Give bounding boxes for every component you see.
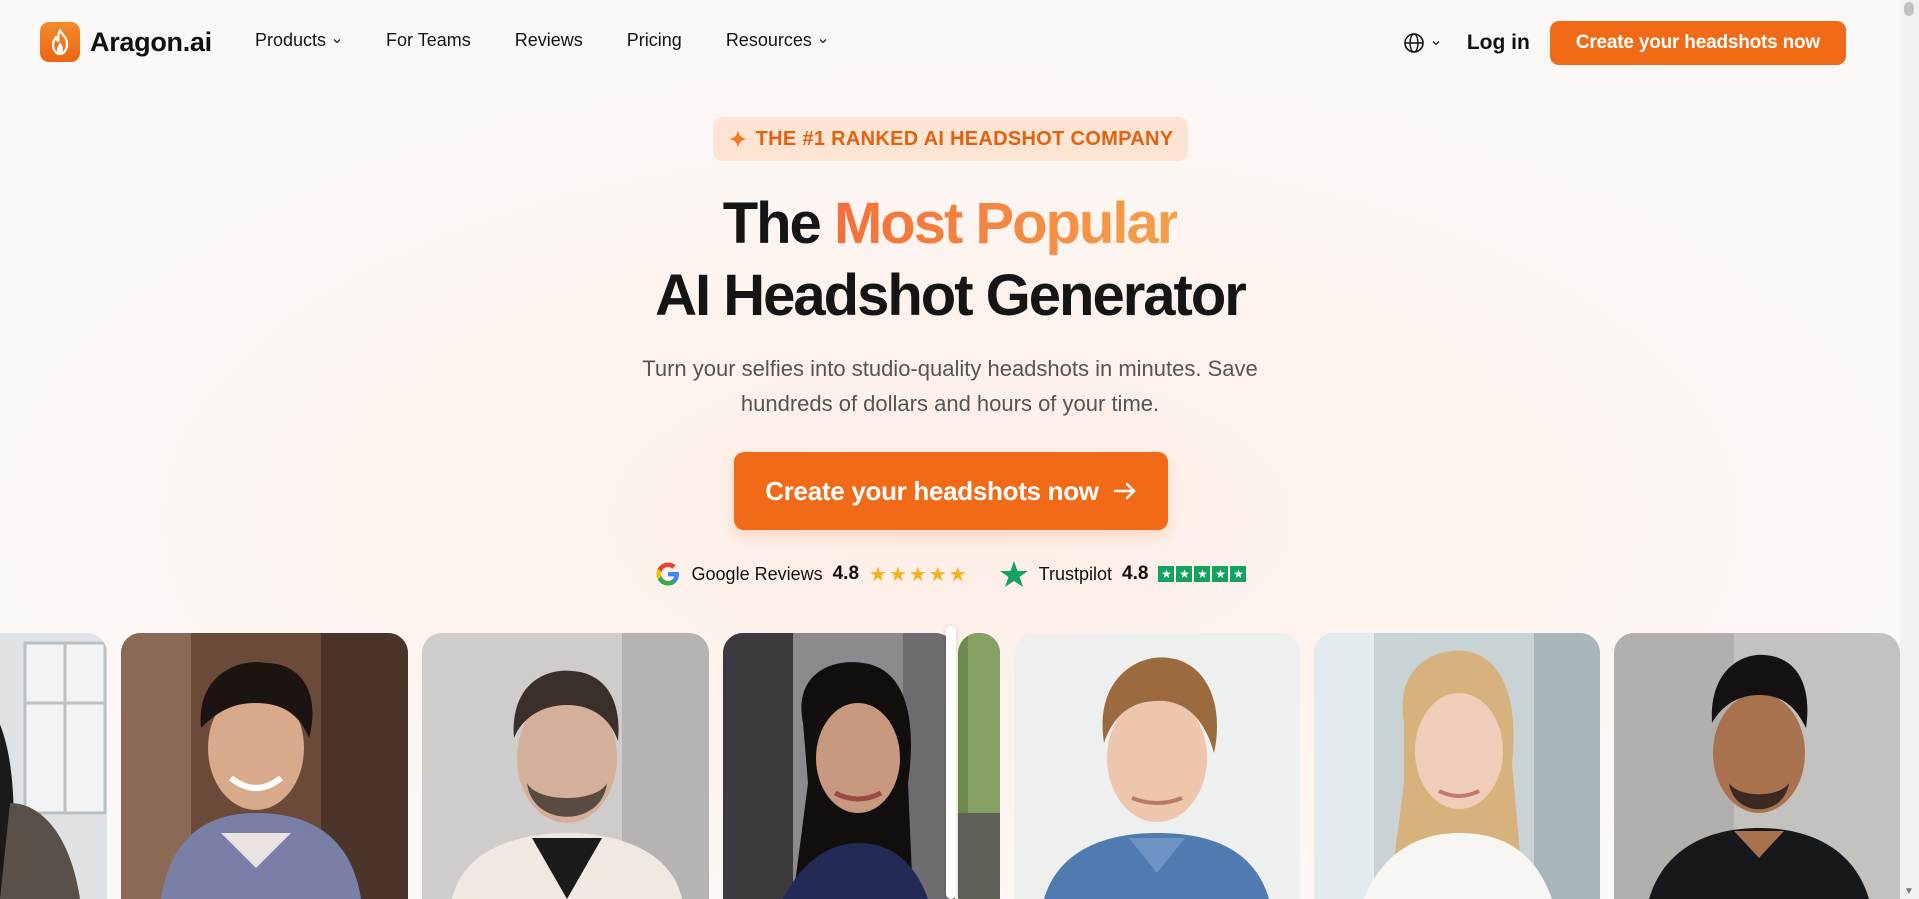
main-menu: Products For Teams Reviews Pricing Resou… bbox=[255, 30, 872, 51]
headshot-photo bbox=[0, 633, 107, 899]
scroll-down-arrow-icon[interactable]: ▼ bbox=[1904, 886, 1914, 897]
hero-title-plain: The bbox=[722, 191, 822, 256]
trustpilot-star-icon bbox=[999, 561, 1028, 587]
chevron-down-icon bbox=[333, 38, 341, 43]
arrow-right-icon bbox=[1113, 482, 1136, 500]
trustpilot-rating-score: 4.8 bbox=[1122, 563, 1149, 584]
star-icon: ★ bbox=[1176, 566, 1193, 582]
hero-title-accent: Most Popular bbox=[833, 191, 1179, 256]
headshot-photo bbox=[121, 633, 408, 899]
menu-item-label: Reviews bbox=[514, 30, 583, 50]
menu-item-label: For Teams bbox=[386, 30, 471, 50]
trustpilot-stars: ★ ★ ★ ★ ★ bbox=[1158, 566, 1247, 582]
google-stars: ★★★★★ bbox=[869, 563, 969, 586]
hero-create-headshots-button[interactable]: Create your headshots now bbox=[734, 452, 1168, 530]
top-navbar: Aragon.ai Products For Teams Reviews Pri… bbox=[0, 0, 1900, 86]
star-icon: ★ bbox=[1230, 566, 1247, 582]
star-icon: ★ bbox=[1194, 566, 1211, 582]
nav-create-headshots-button[interactable]: Create your headshots now bbox=[1549, 21, 1846, 65]
trustpilot-rating-label: Trustpilot bbox=[1038, 563, 1113, 584]
star-icon: ★ bbox=[1158, 566, 1175, 582]
chevron-down-icon bbox=[819, 38, 827, 43]
logo-text: Aragon.ai bbox=[90, 26, 212, 57]
sparkle-icon bbox=[728, 130, 747, 148]
hero-title-line2: AI Headshot Generator bbox=[655, 263, 1247, 328]
menu-item-products[interactable]: Products bbox=[255, 30, 342, 51]
google-rating-label: Google Reviews bbox=[691, 563, 823, 584]
logo[interactable]: Aragon.ai bbox=[40, 22, 212, 62]
badge-text: THE #1 RANKED AI HEADSHOT COMPANY bbox=[755, 127, 1174, 150]
flame-icon bbox=[40, 22, 80, 62]
nav-actions: Log in Create your headshots now bbox=[1403, 21, 1846, 65]
headshot-photo bbox=[1314, 633, 1600, 899]
menu-item-label: Resources bbox=[725, 30, 812, 50]
menu-item-label: Pricing bbox=[626, 30, 682, 50]
menu-item-label: Products bbox=[255, 30, 327, 50]
scrollbar[interactable]: ▼ bbox=[1900, 0, 1919, 899]
google-rating[interactable]: Google Reviews 4.8 ★★★★★ bbox=[654, 560, 969, 588]
headshot-photo bbox=[1614, 633, 1900, 899]
google-rating-score: 4.8 bbox=[832, 563, 860, 584]
chevron-down-icon bbox=[1432, 41, 1440, 46]
ranking-badge: THE #1 RANKED AI HEADSHOT COMPANY bbox=[713, 117, 1188, 161]
login-link[interactable]: Log in bbox=[1467, 31, 1530, 55]
trustpilot-rating[interactable]: Trustpilot 4.8 ★ ★ ★ ★ ★ bbox=[999, 560, 1247, 588]
hero-subtitle: Turn your selfies into studio-quality he… bbox=[642, 356, 1258, 416]
menu-item-reviews[interactable]: Reviews bbox=[515, 30, 583, 51]
star-icon: ★ bbox=[1212, 566, 1229, 582]
headshot-photo bbox=[958, 633, 1000, 899]
cta-label: Create your headshots now bbox=[765, 475, 1099, 506]
headshot-photo bbox=[723, 633, 955, 899]
before-after-slider-handle[interactable] bbox=[946, 626, 956, 899]
menu-item-pricing[interactable]: Pricing bbox=[627, 30, 682, 51]
headshot-photo bbox=[422, 633, 709, 899]
menu-item-resources[interactable]: Resources bbox=[726, 30, 828, 51]
hero-title-line1: The Most Popular bbox=[0, 190, 1900, 257]
globe-icon bbox=[1404, 33, 1424, 53]
menu-item-for-teams[interactable]: For Teams bbox=[386, 30, 471, 51]
headshot-photo bbox=[1014, 633, 1300, 899]
scrollbar-thumb[interactable] bbox=[1904, 2, 1914, 16]
language-selector[interactable] bbox=[1403, 32, 1441, 54]
ratings-row: Google Reviews 4.8 ★★★★★ Trustpilot 4.8 … bbox=[0, 560, 1900, 588]
google-icon bbox=[656, 562, 679, 586]
